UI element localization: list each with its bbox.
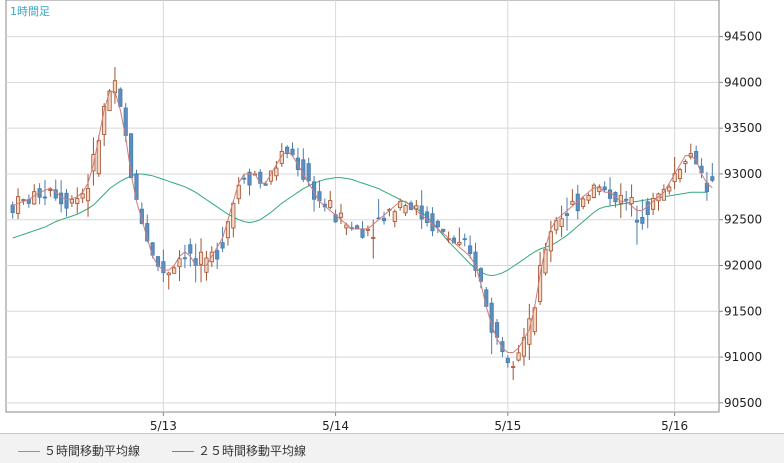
candle-body <box>570 200 575 205</box>
candle-body <box>511 366 516 368</box>
y-tick-label: 92500 <box>724 213 762 227</box>
candle-body <box>172 267 177 274</box>
candle-body <box>645 201 650 215</box>
candle-body <box>118 88 123 107</box>
candle-body <box>607 189 613 199</box>
candle-body <box>306 163 311 182</box>
candle-body <box>242 177 247 180</box>
candle-body <box>559 218 564 228</box>
candle-body <box>48 189 53 191</box>
candle-body <box>59 192 64 205</box>
candle-body <box>564 213 570 217</box>
candle-body <box>591 184 596 199</box>
candle-body <box>80 193 85 199</box>
candle-body <box>634 219 640 223</box>
candle-body <box>629 197 634 205</box>
candle-body <box>161 261 166 274</box>
y-tick-label: 94500 <box>724 30 762 44</box>
candle-body <box>462 238 467 241</box>
legend: ５時間移動平均線 ２５時間移動平均線 <box>0 433 784 463</box>
candle-body <box>667 186 672 192</box>
x-tick-label: 5/16 <box>661 419 688 433</box>
candle-body <box>677 169 683 180</box>
y-tick-label: 93500 <box>724 121 762 135</box>
candle-body <box>177 258 182 268</box>
candle-body <box>16 196 21 214</box>
legend-label-ma5: ５時間移動平均線 <box>44 444 141 458</box>
candle-body <box>484 289 489 307</box>
x-tick-label: 5/15 <box>494 419 521 433</box>
candle-body <box>683 161 688 165</box>
legend-item-ma25: ２５時間移動平均線 <box>172 442 306 459</box>
candle-body <box>85 188 91 202</box>
candle-body <box>198 251 204 265</box>
candle-body <box>640 216 645 224</box>
candle-body <box>263 183 268 186</box>
y-tick-label: 92000 <box>724 259 762 273</box>
candle-body <box>32 191 37 205</box>
legend-swatch-ma5 <box>18 451 40 452</box>
candle-body <box>586 195 591 201</box>
candle-body <box>381 217 387 222</box>
candle-body <box>64 192 69 209</box>
candle-body <box>188 244 193 254</box>
candle-body <box>468 245 473 254</box>
candle-body <box>21 199 26 201</box>
candle-body <box>710 176 715 181</box>
candle-body <box>182 257 187 260</box>
candle-body <box>10 204 15 214</box>
candle-body <box>602 186 607 191</box>
candle-body <box>112 80 118 94</box>
candle-body <box>371 236 376 239</box>
candle-body <box>414 205 419 210</box>
legend-item-ma5: ５時間移動平均線 <box>18 442 140 459</box>
candle-body <box>516 352 521 361</box>
candle-body <box>274 167 279 177</box>
legend-label-ma25: ２５時間移動平均線 <box>198 444 307 458</box>
candle-body <box>473 251 478 271</box>
legend-swatch-ma25 <box>172 451 194 452</box>
x-tick-label: 5/14 <box>322 419 349 433</box>
candle-body <box>69 198 74 204</box>
y-tick-label: 91500 <box>724 304 762 318</box>
candle-body <box>220 242 225 249</box>
y-tick-label: 93000 <box>724 167 762 181</box>
y-tick-label: 94000 <box>724 75 762 89</box>
y-tick-label: 91000 <box>724 350 762 364</box>
candle-body <box>624 198 629 201</box>
timeframe-label: 1時間足 <box>10 5 50 18</box>
candle-body <box>215 250 220 260</box>
candle-body <box>360 229 365 238</box>
candle-body <box>338 212 344 218</box>
candle-body <box>75 198 80 205</box>
candle-body <box>581 198 586 207</box>
candle-body <box>403 205 408 214</box>
y-tick-label: 90500 <box>724 396 762 410</box>
candle-body <box>365 229 370 231</box>
candle-body <box>328 200 333 208</box>
x-tick-label: 5/13 <box>150 419 177 433</box>
candle-body <box>166 272 171 276</box>
candle-body <box>435 220 440 228</box>
candle-body <box>618 194 623 204</box>
candle-body <box>505 357 510 364</box>
candle-body <box>441 228 446 232</box>
candle-body <box>392 211 397 222</box>
y-axis: 90500 91000 91500 92000 92500 93000 93500 94000… <box>719 30 762 410</box>
candle-body <box>419 205 424 220</box>
price-chart: 90500 91000 91500 92000 92500 93000 93500 94000… <box>0 0 784 462</box>
candle-body <box>457 241 462 245</box>
candle-body <box>430 213 435 232</box>
candle-body <box>42 196 48 199</box>
